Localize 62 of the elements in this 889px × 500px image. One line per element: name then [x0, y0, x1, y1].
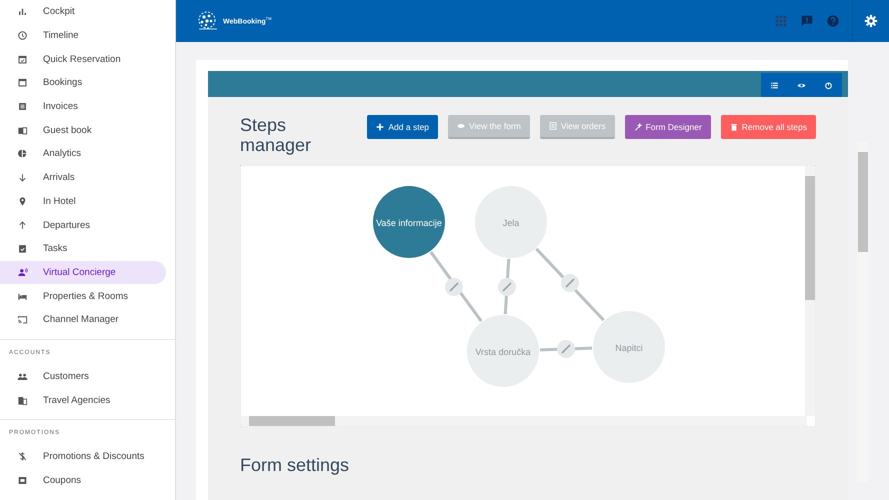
- sidebar-item[interactable]: Departures: [0, 213, 166, 237]
- panel-title: Steps manager: [240, 115, 312, 155]
- help-icon[interactable]: [826, 14, 840, 28]
- power-icon: [824, 80, 833, 90]
- sidebar-item[interactable]: Cockpit: [0, 0, 166, 24]
- sidebar-item[interactable]: Promotions & Discounts: [0, 445, 166, 469]
- step-connector: [540, 346, 592, 352]
- sidebar-item[interactable]: Invoices: [0, 94, 166, 118]
- sidebar-item[interactable]: Timeline: [0, 24, 166, 48]
- list-view-button[interactable]: [761, 73, 788, 97]
- down-arrow-icon: [17, 172, 28, 184]
- document-icon: [17, 101, 28, 112]
- horizontal-scrollbar[interactable]: [241, 416, 807, 426]
- sidebar-item[interactable]: In Hotel: [0, 190, 166, 214]
- sidebar-item[interactable]: Bookings: [0, 71, 166, 95]
- calendar-check-icon: [17, 54, 28, 65]
- bar-chart-icon: [17, 6, 28, 18]
- sidebar-item[interactable]: Guest book: [0, 118, 166, 142]
- step-node[interactable]: Vaše informacije: [373, 186, 445, 258]
- apps-icon[interactable]: [774, 14, 788, 28]
- list-icon: [770, 80, 779, 90]
- calendar-icon: [17, 77, 28, 88]
- button-icon: [376, 123, 384, 131]
- feedback-icon[interactable]: [800, 14, 814, 28]
- sidebar-item[interactable]: Tasks: [0, 236, 166, 261]
- power-button[interactable]: [815, 73, 842, 97]
- sidebar-item[interactable]: Properties & Rooms: [0, 284, 166, 308]
- book-icon: [17, 124, 28, 136]
- sidebar-item[interactable]: Travel Agencies: [0, 388, 166, 412]
- settings-icon[interactable]: [864, 14, 878, 28]
- edit-edge-button[interactable]: [561, 274, 579, 292]
- sidebar-item[interactable]: Analytics: [0, 142, 166, 166]
- clipboard-check-icon: [17, 243, 28, 254]
- sidebar-item[interactable]: Virtual Concierge: [0, 260, 166, 284]
- sidebar-item[interactable]: Coupons: [0, 468, 166, 492]
- card-icon: [17, 475, 28, 486]
- button-icon: [548, 122, 557, 130]
- up-arrow-icon: [17, 220, 28, 231]
- no-dollar-icon: [17, 451, 28, 462]
- form-designer-button[interactable]: Form Designer: [624, 115, 711, 139]
- location-pin-icon: [17, 196, 28, 207]
- building-icon: [17, 394, 28, 406]
- sidebar-item[interactable]: Arrivals: [0, 166, 166, 190]
- step-connector: [504, 258, 510, 314]
- sidebar-item[interactable]: Customers: [0, 364, 166, 388]
- button-icon: [634, 123, 642, 131]
- section-title: Form settings: [240, 455, 350, 476]
- cast-icon: [17, 314, 28, 326]
- person-speaking-icon: [17, 266, 28, 278]
- sidebar-item[interactable]: Quick Reservation: [0, 47, 166, 72]
- edit-edge-button[interactable]: [445, 278, 463, 296]
- globe-logo-icon: [196, 11, 220, 31]
- sidebar-item[interactable]: Channel Manager: [0, 308, 166, 332]
- clock-icon: [17, 30, 28, 42]
- vertical-scrollbar[interactable]: [805, 166, 815, 416]
- pie-chart-icon: [17, 148, 28, 160]
- add-step-button[interactable]: Add a step: [367, 115, 438, 139]
- edit-edge-button[interactable]: [498, 278, 516, 296]
- button-icon: [457, 122, 466, 130]
- button-icon: [730, 123, 738, 131]
- edit-edge-button[interactable]: [557, 340, 575, 358]
- step-connector: [430, 251, 482, 322]
